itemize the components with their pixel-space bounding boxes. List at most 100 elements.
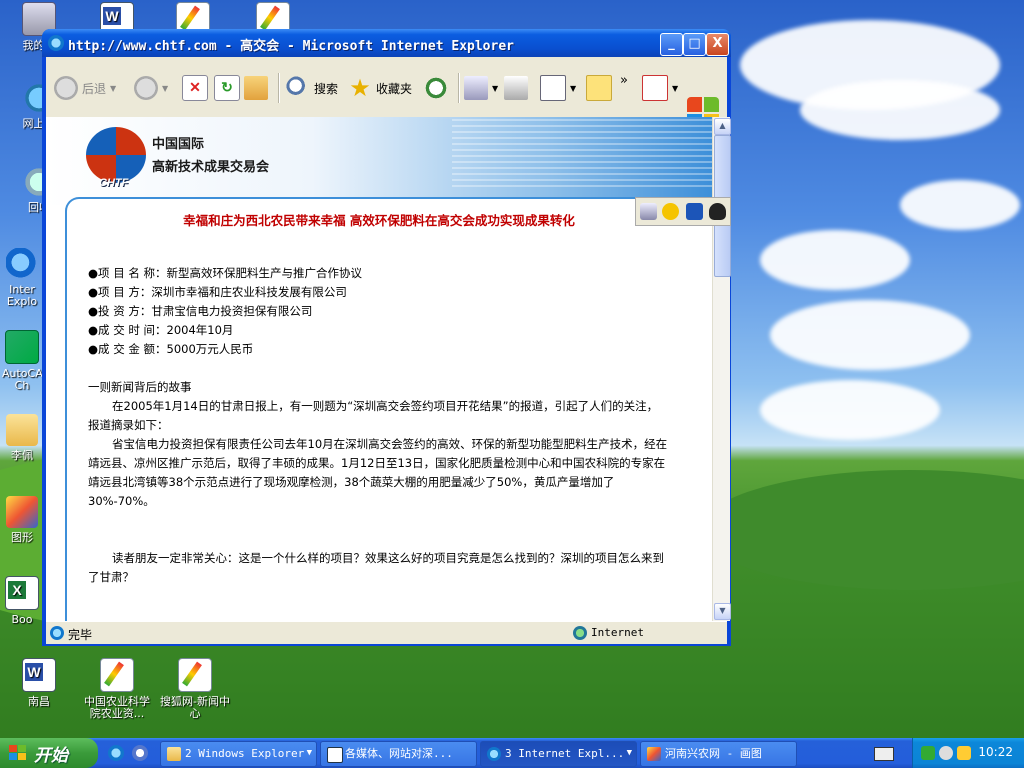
article-headline: 幸福和庄为西北农民带来幸福 高效环保肥料在高交会成功实现成果转化 [183,213,575,228]
mail-icon [464,76,488,100]
back-label: 后退 [82,81,107,96]
star-icon: ★ [349,74,371,102]
desktop-icon-label: 南昌 [28,695,50,708]
fact-item: ●成 交 时 间：2004年10月 [88,323,234,337]
security-zone: Internet [591,626,644,639]
logo-text: CHTF [99,177,129,189]
stop-button[interactable]: ✕ [182,69,208,107]
desktop-icon-caas[interactable]: 中国农业科学院农业资... [80,658,154,720]
toolbar-overflow-button[interactable]: » [620,61,628,99]
history-icon [424,76,448,100]
notes-button[interactable] [586,69,612,107]
desktop-icon-excel[interactable]: Boo [2,576,42,626]
ie-helper-bar [635,197,731,226]
task-media-report[interactable]: 各媒体、网站对深... [320,741,477,767]
forward-button[interactable]: ▼ [134,69,168,107]
favorites-label: 收藏夹 [376,81,413,96]
desktop-icon-folder[interactable]: 李佩 [2,414,42,462]
quicklaunch-app-icon[interactable] [132,745,148,761]
desktop-icon-nanchang[interactable]: 南昌 [2,658,76,708]
web-page-icon [100,658,134,692]
save-icon[interactable] [686,203,703,220]
page-icon [50,626,64,640]
internet-explorer-icon [487,747,501,761]
chevron-down-icon: ▼ [110,83,117,93]
paint-icon [647,747,661,761]
sticky-note-icon [586,75,612,101]
task-label: 河南兴农网 - 画图 [665,747,762,760]
search-button[interactable]: 搜索 [286,69,338,107]
tray-network-icon[interactable] [957,746,971,760]
desktop-icon-label: Inter Explo [6,283,38,308]
back-arrow-icon [54,76,78,100]
desktop-icon-label: 李佩 [11,449,33,462]
task-label: 2 Windows Explorer [185,747,305,760]
start-button[interactable]: 开始 [0,738,98,768]
ie-window: http://www.chtf.com - 高交会 - Microsoft In… [42,29,731,646]
fact-item: ●项 目 名 称：新型高效环保肥料生产与推广合作协议 [88,266,362,280]
close-button[interactable]: X [706,33,729,56]
favorites-button[interactable]: ★ 收藏夹 [348,69,412,107]
printer-icon [504,76,528,100]
tray-app-icon[interactable] [921,746,935,760]
task-windows-explorer[interactable]: 2 Windows Explorer ▼ [160,741,317,767]
task-paint[interactable]: 河南兴农网 - 画图 [640,741,797,767]
clock: 10:22 [978,745,1013,759]
start-label: 开始 [34,746,68,766]
desktop-icon-sohu[interactable]: 搜狐网-新闻中心 [158,658,232,720]
chevron-down-icon: ▼ [492,83,499,93]
story-paragraph: 读者朋友一定非常关心：这是一个什么样的项目？效果这么好的项目究竟是怎么找到的？深… [88,551,664,584]
pdf-icon [642,75,668,101]
chevron-down-icon: ▼ [672,83,679,93]
story-title: 一则新闻背后的故事 [88,380,192,394]
story-paragraph: 省宝信电力投资担保有限责任公司去年10月在深圳高交会签约的高效、环保的新型功能型… [88,437,668,508]
toolbar-separator [458,73,460,103]
smiley-icon[interactable] [662,203,679,220]
stop-icon: ✕ [182,75,208,101]
mail-button[interactable]: ▼ [464,69,498,107]
fact-item: ●投 资 方：甘肃宝信电力投资担保有限公司 [88,304,313,318]
system-tray: 10:22 [912,738,1024,768]
folder-icon [167,747,181,761]
history-button[interactable] [424,69,448,107]
tray-app-icon[interactable] [939,746,953,760]
minimize-button[interactable]: _ [660,33,683,56]
folder-icon [6,414,38,446]
window-title: http://www.chtf.com - 高交会 - Microsoft In… [68,39,514,54]
maximize-button[interactable]: □ [683,33,706,56]
qq-icon[interactable] [709,203,726,220]
scroll-down-button[interactable]: ▼ [714,603,731,620]
back-button[interactable]: 后退 ▼ [54,69,116,107]
desktop-icon-label: 中国农业科学院农业资... [84,695,150,720]
refresh-button[interactable]: ↻ [214,69,240,107]
taskbar: 开始 2 Windows Explorer ▼ 各媒体、网站对深... 3 In… [0,738,1024,768]
print-button[interactable] [504,69,528,107]
scroll-up-button[interactable]: ▲ [714,118,731,135]
status-bar: 完毕 Internet [46,621,727,644]
translate-icon[interactable] [640,203,657,220]
desktop-icon-paint[interactable]: 图形 [2,496,42,544]
autocad-icon [5,330,39,364]
desktop-icon-autocad[interactable]: AutoCAD Ch [2,330,51,392]
home-icon [244,76,268,100]
fact-item: ●成 交 金 额：5000万元人民币 [88,342,254,356]
windows-flag-icon [9,745,27,761]
quicklaunch-ie-icon[interactable] [108,745,124,761]
home-button[interactable] [244,69,268,107]
vertical-scrollbar[interactable]: ▲ ▼ [712,117,731,621]
edit-button[interactable]: ▼ [540,69,576,107]
article-story: 一则新闻背后的故事 在2005年1月14日的甘肃日报上，有一则题为“深圳高交会签… [88,378,668,587]
desktop-icon-internet-explorer[interactable]: Inter Explo [2,248,42,308]
pdf-button[interactable]: ▼ [642,69,678,107]
chevron-down-icon: ▼ [570,83,577,93]
edit-doc-icon [540,75,566,101]
keyboard-icon[interactable] [874,747,894,761]
globe-icon [573,626,587,640]
task-internet-explorer[interactable]: 3 Internet Expl... ▼ [480,741,637,767]
task-label: 3 Internet Expl... [505,747,625,760]
title-bar[interactable]: http://www.chtf.com - 高交会 - Microsoft In… [42,29,731,57]
excel-icon [5,576,39,610]
story-paragraph: 在2005年1月14日的甘肃日报上，有一则题为“深圳高交会签约项目开花结果”的报… [88,399,659,432]
chevron-down-icon: ▼ [162,83,169,93]
chevron-down-icon: ▼ [306,748,312,758]
